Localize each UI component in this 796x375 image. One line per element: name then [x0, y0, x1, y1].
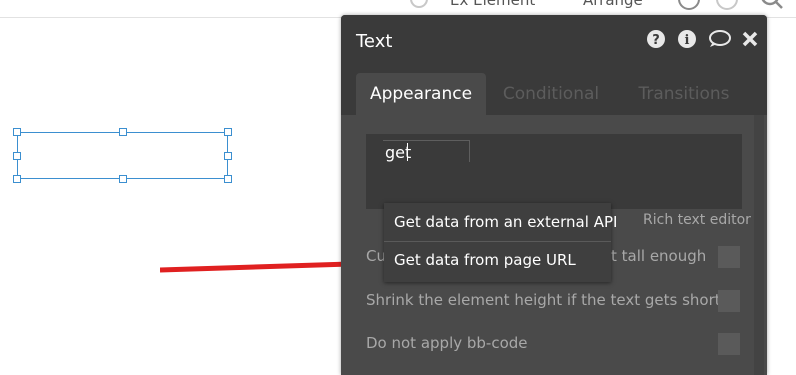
option-bb-code-label: Do not apply bb-code [366, 334, 528, 352]
resize-handle-right[interactable] [224, 152, 232, 160]
panel-scrollbar[interactable] [754, 115, 764, 375]
topbar-element-label[interactable]: Ex Element [450, 0, 535, 9]
search-icon[interactable] [760, 0, 790, 16]
undo-icon[interactable] [678, 0, 700, 10]
selected-text-element[interactable] [17, 132, 228, 179]
autocomplete-item-page-url[interactable]: Get data from page URL [394, 251, 576, 269]
resize-handle-top-right[interactable] [224, 128, 232, 136]
fit-height-checkbox[interactable] [718, 246, 740, 268]
resize-handle-top[interactable] [119, 128, 127, 136]
shrink-height-checkbox[interactable] [718, 290, 740, 312]
tab-appearance[interactable]: Appearance [356, 73, 486, 115]
resize-handle-bottom[interactable] [119, 175, 127, 183]
topbar-arrange-label[interactable]: Arrange [583, 0, 643, 9]
info-icon[interactable]: i [678, 30, 696, 48]
option-shrink-height-label: Shrink the element height if the text ge… [366, 291, 737, 309]
close-icon[interactable] [741, 30, 759, 48]
tab-strip: Appearance Conditional Transitions [341, 63, 767, 115]
tab-conditional[interactable]: Conditional [493, 73, 609, 115]
panel-title: Text [356, 31, 393, 52]
dropdown-divider [384, 241, 611, 242]
help-icon[interactable]: ? [647, 30, 665, 48]
property-editor-panel: Text ? i Appearance Conditional Transiti… [341, 15, 767, 375]
resize-handle-left[interactable] [13, 152, 21, 160]
option-fit-height-label-tail: t tall enough [611, 247, 707, 265]
rich-text-editor-link[interactable]: Rich text editor [643, 212, 751, 228]
autocomplete-dropdown: Get data from an external API Get data f… [384, 203, 617, 282]
autocomplete-item-external-api[interactable]: Get data from an external API [394, 213, 617, 231]
resize-handle-bottom-left[interactable] [13, 175, 21, 183]
resize-handle-top-left[interactable] [13, 128, 21, 136]
tab-transitions[interactable]: Transitions [626, 73, 742, 115]
search-small-icon[interactable] [410, 0, 428, 8]
redo-icon[interactable] [716, 0, 738, 10]
text-caret [407, 143, 408, 161]
svg-text:i: i [685, 33, 690, 48]
resize-handle-bottom-right[interactable] [224, 175, 232, 183]
option-fit-height-label: Cu [366, 247, 386, 265]
bb-code-checkbox[interactable] [718, 333, 740, 355]
panel-header: Text ? i [341, 15, 767, 63]
comment-icon[interactable] [707, 30, 731, 48]
svg-text:?: ? [652, 33, 660, 48]
